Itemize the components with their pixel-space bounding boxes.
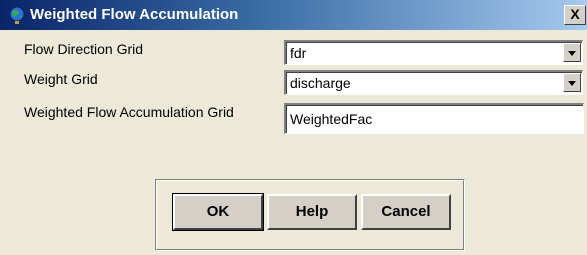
cancel-button[interactable]: Cancel [361,194,451,230]
globe-arcview-icon [7,5,27,25]
chevron-down-icon [568,51,576,56]
dialog-window: Weighted Flow Accumulation X Flow Direct… [0,0,587,255]
weight-grid-label: Weight Grid [24,71,98,87]
button-group: OK Help Cancel [155,179,465,251]
window-title: Weighted Flow Accumulation [30,6,239,23]
weight-grid-dropdown-button[interactable] [563,73,581,92]
help-button[interactable]: Help [267,194,357,230]
weight-grid-select[interactable]: discharge [284,70,583,95]
title-bar[interactable]: Weighted Flow Accumulation X [0,0,587,30]
flow-direction-label: Flow Direction Grid [24,41,144,57]
weight-grid-value: discharge [290,75,351,91]
output-grid-value: WeightedFac [290,111,373,127]
close-button[interactable]: X [564,5,586,25]
output-grid-input[interactable]: WeightedFac [284,103,584,134]
flow-direction-select[interactable]: fdr [284,40,583,65]
ok-button[interactable]: OK [172,193,264,231]
close-icon: X [570,6,580,22]
flow-direction-dropdown-button[interactable] [563,43,581,62]
flow-direction-value: fdr [290,45,307,61]
output-grid-label: Weighted Flow Accumulation Grid [24,104,234,120]
chevron-down-icon [568,81,576,86]
